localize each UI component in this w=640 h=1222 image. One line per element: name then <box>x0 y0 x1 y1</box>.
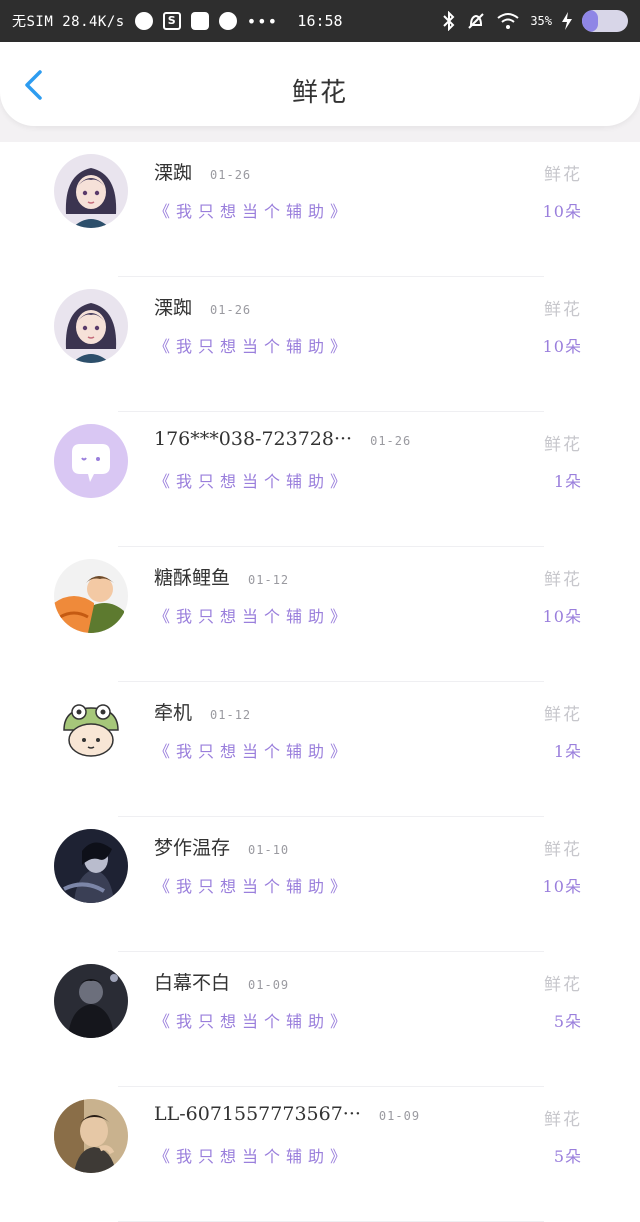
book-title: 《我只想当个辅助》 <box>154 742 353 761</box>
list-item[interactable]: 176***038-723728··· 01-26 《我只想当个辅助》 鲜花 1… <box>0 412 640 547</box>
message-icon <box>190 12 209 30</box>
gift-count: 1朵 <box>553 472 582 491</box>
gift-type: 鲜花 <box>544 975 582 995</box>
gift-date: 01-12 <box>210 708 252 722</box>
list-item[interactable]: 糖酥鲤鱼 01-12 《我只想当个辅助》 鲜花 10朵 <box>0 547 640 682</box>
gift-type: 鲜花 <box>544 165 582 185</box>
gift-date: 01-09 <box>378 1109 421 1123</box>
status-bar: 无SIM 28.4K/s S ••• 16:58 35% <box>0 0 640 42</box>
gift-date: 01-26 <box>210 168 252 182</box>
user-name: 牵机 <box>154 702 193 724</box>
gift-type: 鲜花 <box>544 840 582 860</box>
battery-indicator <box>582 10 628 32</box>
gift-type: 鲜花 <box>544 570 582 590</box>
status-left: 无SIM 28.4K/s S ••• <box>12 11 278 31</box>
list-item[interactable]: 牵机 01-12 《我只想当个辅助》 鲜花 1朵 <box>0 682 640 817</box>
dark-portrait-avatar[interactable] <box>54 829 128 903</box>
gift-type: 鲜花 <box>544 435 582 455</box>
book-title: 《我只想当个辅助》 <box>154 202 353 221</box>
gift-type: 鲜花 <box>544 300 582 320</box>
gift-date: 01-26 <box>370 434 412 448</box>
book-title: 《我只想当个辅助》 <box>154 1147 353 1166</box>
name-line: 糖酥鲤鱼 01-12 <box>154 563 289 590</box>
nav-bar: 鲜花 <box>0 42 640 126</box>
name-line: 牵机 01-12 <box>154 698 251 725</box>
s-app-icon: S <box>162 12 181 30</box>
gift-count: 10朵 <box>542 202 582 221</box>
gift-count: 1朵 <box>553 742 582 761</box>
gift-date: 01-12 <box>248 573 290 587</box>
list-item[interactable]: LL-6071557773567··· 01-09 《我只想当个辅助》 鲜花 5… <box>0 1087 640 1222</box>
book-title: 《我只想当个辅助》 <box>154 472 353 491</box>
gift-count: 10朵 <box>542 607 582 626</box>
user-name: 白幕不白 <box>154 972 231 994</box>
carrier-text: 无SIM 28.4K/s <box>12 14 125 30</box>
page-title: 鲜花 <box>291 78 348 108</box>
user-name: 糖酥鲤鱼 <box>154 567 231 589</box>
gift-type: 鲜花 <box>544 705 582 725</box>
cartoon-boy-avatar[interactable] <box>54 559 128 633</box>
chat-bubble-avatar[interactable] <box>54 424 128 498</box>
list-item[interactable]: 溧踟 01-26 《我只想当个辅助》 鲜花 10朵 <box>0 142 640 277</box>
user-name: 176***038-723728··· <box>154 428 353 450</box>
gift-record-list: 溧踟 01-26 《我只想当个辅助》 鲜花 10朵 溧踟 01-26 《我只想当… <box>0 142 640 1222</box>
anime-girl-avatar[interactable] <box>54 289 128 363</box>
name-line: LL-6071557773567··· 01-09 <box>154 1103 420 1125</box>
book-title: 《我只想当个辅助》 <box>154 337 353 356</box>
book-title: 《我只想当个辅助》 <box>154 1012 353 1031</box>
name-line: 176***038-723728··· 01-26 <box>154 428 411 450</box>
browser-icon <box>134 12 153 30</box>
name-line: 溧踟 01-26 <box>154 293 251 320</box>
more-dots-icon: ••• <box>246 11 279 31</box>
gift-count: 5朵 <box>553 1147 582 1166</box>
gift-date: 01-26 <box>210 303 252 317</box>
bluetooth-icon <box>443 11 455 31</box>
paint-icon <box>218 12 237 30</box>
name-line: 白幕不白 01-09 <box>154 968 289 995</box>
list-item[interactable]: 白幕不白 01-09 《我只想当个辅助》 鲜花 5朵 <box>0 952 640 1087</box>
user-name: LL-6071557773567··· <box>154 1103 361 1125</box>
name-line: 梦作温存 01-10 <box>154 833 289 860</box>
list-item[interactable]: 梦作温存 01-10 《我只想当个辅助》 鲜花 10朵 <box>0 817 640 952</box>
night-figure-avatar[interactable] <box>54 964 128 1038</box>
user-name: 溧踟 <box>154 297 193 319</box>
gift-count: 5朵 <box>553 1012 582 1031</box>
battery-fill <box>582 10 599 32</box>
book-title: 《我只想当个辅助》 <box>154 877 353 896</box>
gift-count: 10朵 <box>542 877 582 896</box>
list-item[interactable]: 溧踟 01-26 《我只想当个辅助》 鲜花 10朵 <box>0 277 640 412</box>
gift-count: 10朵 <box>542 337 582 356</box>
wifi-icon <box>497 13 519 29</box>
frog-hat-avatar[interactable] <box>54 694 128 768</box>
book-title: 《我只想当个辅助》 <box>154 607 353 626</box>
battery-percent: 35% <box>530 14 552 28</box>
man-portrait-avatar[interactable] <box>54 1099 128 1173</box>
gift-date: 01-10 <box>248 843 290 857</box>
name-line: 溧踟 01-26 <box>154 158 251 185</box>
user-name: 梦作温存 <box>154 837 231 859</box>
clock: 16:58 <box>297 12 343 30</box>
user-name: 溧踟 <box>154 162 193 184</box>
anime-girl-avatar[interactable] <box>54 154 128 228</box>
gift-date: 01-09 <box>248 978 290 992</box>
status-right: 35% <box>442 0 628 42</box>
mute-icon <box>468 13 485 29</box>
gift-type: 鲜花 <box>544 1110 582 1130</box>
charging-icon <box>562 12 572 30</box>
